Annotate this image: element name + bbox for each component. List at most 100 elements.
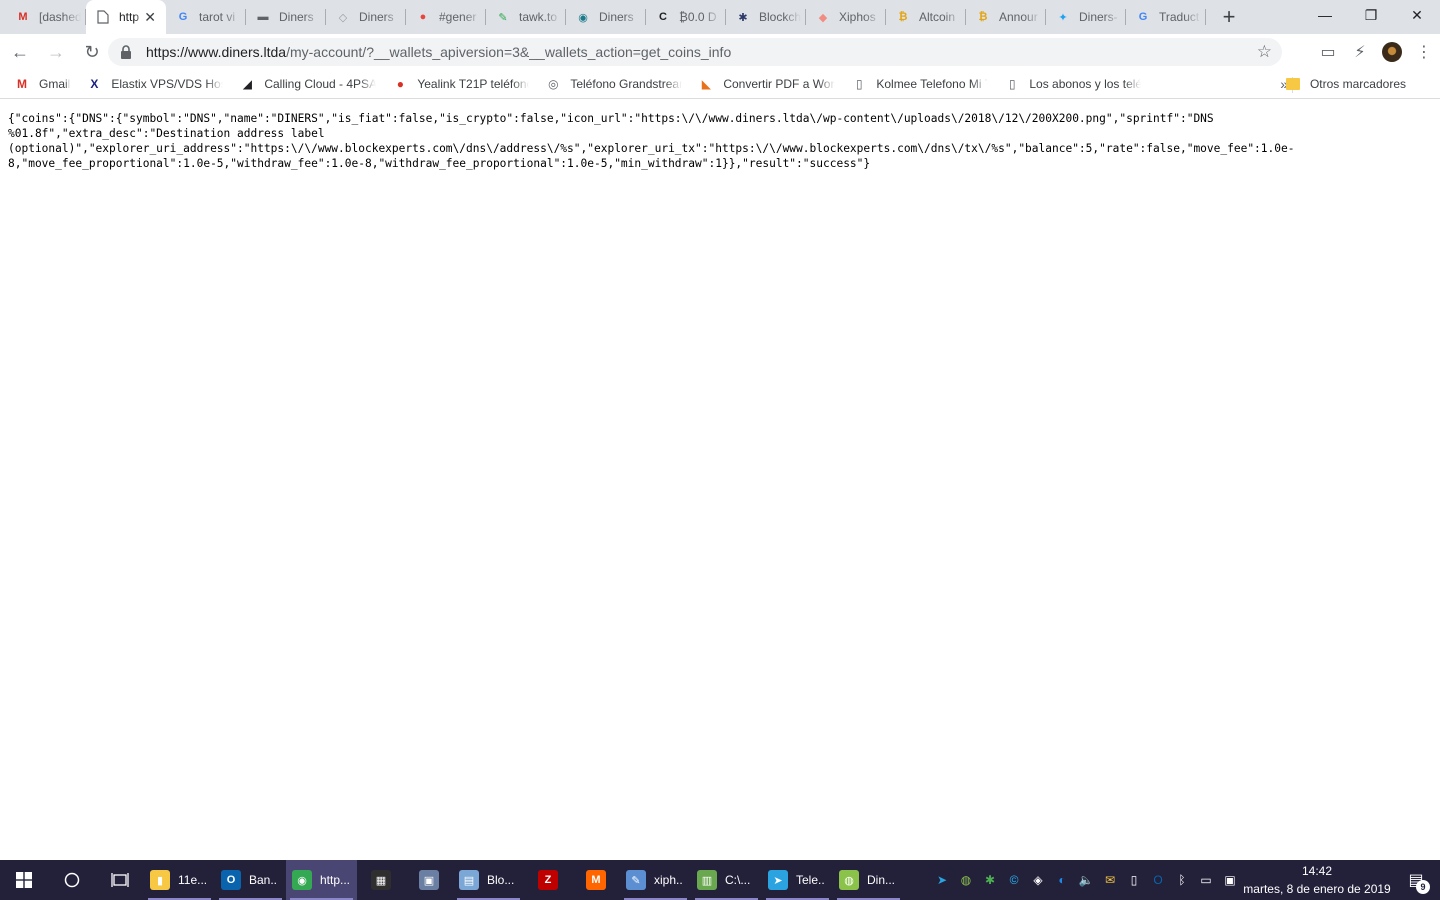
bookmark-item[interactable]: ◎ Teléfono Grandstream: [537, 70, 690, 98]
browser-tab[interactable]: G Traduct: [1126, 0, 1206, 34]
taskbar-app[interactable]: ▮ 11e...: [144, 860, 215, 900]
browser-tab[interactable]: ₿ Altcoin: [886, 0, 966, 34]
taskbar-app-label: Tele...: [796, 873, 825, 887]
other-bookmarks-folder[interactable]: Otros marcadores: [1285, 70, 1406, 98]
start-button[interactable]: [0, 860, 48, 900]
browser-tab[interactable]: ◉ Diners: [566, 0, 646, 34]
tab-list: M [dashed http ✕ Gtarot vi ▬ Diners ◇ Diners ● #ge…: [0, 0, 1206, 34]
minimize-button[interactable]: —: [1302, 0, 1348, 30]
browser-tab[interactable]: ₿ Annour: [966, 0, 1046, 34]
power-icon[interactable]: ▭: [1194, 860, 1218, 900]
google-icon: G: [178, 11, 188, 23]
browser-tab[interactable]: M [dashed: [6, 0, 86, 34]
reload-button[interactable]: ↻: [76, 36, 108, 68]
calculator-icon: ▦: [371, 870, 391, 890]
bookmark-label: Yealink T21P teléfono: [417, 77, 530, 91]
taskbar-app[interactable]: M: [572, 860, 620, 900]
notification-center-button[interactable]: ▤ 9: [1392, 860, 1440, 900]
taskbar-app[interactable]: ▦: [357, 860, 405, 900]
bookmark-list: M Gmail X Elastix VPS/VDS Host ◢ Calling Clou…: [0, 70, 1149, 98]
tab-title: Diners: [359, 10, 394, 24]
url-host: https://www.diners.ltda: [146, 44, 287, 60]
browser-tab[interactable]: ✎ tawk.to: [486, 0, 566, 34]
bookmark-star-icon[interactable]: ☆: [1257, 42, 1272, 62]
volume-icon[interactable]: 🔈: [1074, 860, 1098, 900]
browser-tab[interactable]: ● #gener: [406, 0, 486, 34]
bookmark-label: Gmail: [39, 77, 71, 91]
copyright-tray-icon[interactable]: ©: [1002, 860, 1026, 900]
diners-tray-icon[interactable]: ◍: [954, 860, 978, 900]
taskbar-app[interactable]: ◍ Din...: [833, 860, 904, 900]
taskbar-app[interactable]: ▤ Blo...: [453, 860, 524, 900]
cast-icon[interactable]: ▭: [1312, 36, 1344, 68]
profile-avatar[interactable]: [1382, 42, 1402, 62]
close-tab-icon[interactable]: ✕: [144, 9, 156, 26]
browser-tab[interactable]: ✱ Blockch: [726, 0, 806, 34]
browser-tab[interactable]: ◇ Diners: [326, 0, 406, 34]
telegram-tray-icon[interactable]: ➤: [930, 860, 954, 900]
bluetooth-icon[interactable]: ᛒ: [1170, 860, 1194, 900]
extension-icon[interactable]: ⚡: [1344, 36, 1376, 68]
close-window-button[interactable]: ✕: [1394, 0, 1440, 30]
browser-tab[interactable]: http ✕: [86, 0, 166, 34]
bookmark-label: Kolmee Telefono Mi T: [876, 77, 989, 91]
bookmark-item[interactable]: X Elastix VPS/VDS Host: [78, 70, 231, 98]
browser-tab[interactable]: ▬ Diners: [246, 0, 326, 34]
bookmark-item[interactable]: ◣ Convertir PDF a Word: [690, 70, 843, 98]
taskbar-apps: ▮ 11e... O Ban... ◉ http... ▦ ▣ ▤ Blo... Z M ✎ xiph..…: [144, 860, 904, 900]
tab-title: http: [119, 10, 140, 24]
tab-title: tarot vi: [199, 10, 236, 24]
maximize-button[interactable]: ❐: [1348, 0, 1394, 30]
taskbar-app[interactable]: ◉ http...: [286, 860, 357, 900]
clock[interactable]: 14:42 martes, 8 de enero de 2019: [1242, 862, 1392, 898]
terminal-icon: ▥: [697, 870, 717, 890]
taskbar-app[interactable]: ▥ C:\...: [691, 860, 762, 900]
search-button[interactable]: [48, 860, 96, 900]
defender-tray-icon[interactable]: ◐: [1050, 860, 1074, 900]
forward-button[interactable]: →: [40, 36, 72, 68]
back-button[interactable]: ←: [4, 36, 36, 68]
tawk-icon: ✎: [498, 11, 508, 24]
taskbar-app-label: Ban...: [249, 873, 278, 887]
paint-icon: ✎: [626, 870, 646, 890]
mail-tray-icon[interactable]: ✉: [1098, 860, 1122, 900]
chrome-menu-icon[interactable]: ⋮: [1408, 36, 1440, 68]
tab-separator: [1205, 9, 1206, 25]
gmail-icon: M: [17, 77, 27, 91]
bookmark-label: Teléfono Grandstream: [570, 77, 683, 91]
taskbar-app[interactable]: O Ban...: [215, 860, 286, 900]
taskbar-app[interactable]: ➤ Tele...: [762, 860, 833, 900]
taskbar-app[interactable]: ▣: [405, 860, 453, 900]
shield-tray-icon[interactable]: ◈: [1026, 860, 1050, 900]
json-response-text: {"coins":{"DNS":{"symbol":"DNS","name":"…: [8, 112, 1295, 170]
address-bar[interactable]: https://www.diners.ltda/my-account/?__wa…: [108, 38, 1282, 66]
taskbar-app[interactable]: Z: [524, 860, 572, 900]
taskbar-app-label: 11e...: [178, 873, 207, 887]
grandstream-icon: ◎: [548, 77, 559, 91]
bookmark-item[interactable]: M Gmail: [6, 70, 78, 98]
outlook-tray-icon[interactable]: O: [1146, 860, 1170, 900]
browser-toolbar: ← → ↻ https://www.diners.ltda/my-account…: [0, 34, 1440, 70]
usb-icon[interactable]: ▯: [1122, 860, 1146, 900]
page-content: {"coins":{"DNS":{"symbol":"DNS","name":"…: [0, 100, 1440, 860]
taskbar-app[interactable]: ✎ xiph...: [620, 860, 691, 900]
taskbar-app-label: Blo...: [487, 873, 515, 887]
bookmark-item[interactable]: ◢ Calling Cloud - 4PSA: [231, 70, 384, 98]
lock-icon[interactable]: [120, 45, 132, 59]
window-controls: — ❐ ✕: [1302, 0, 1440, 30]
tab-title: ₿0.0 D: [679, 10, 717, 24]
xiphos-tray-icon[interactable]: ✱: [978, 860, 1002, 900]
bookmark-item[interactable]: ▯ Los abonos y los telé: [996, 70, 1149, 98]
task-view-button[interactable]: [96, 860, 144, 900]
browser-tab[interactable]: Gtarot vi: [166, 0, 246, 34]
outlook-icon: O: [221, 870, 241, 890]
url-text[interactable]: https://www.diners.ltda/my-account/?__wa…: [146, 44, 731, 60]
new-tab-button[interactable]: +: [1212, 0, 1246, 34]
taskbar-app-label: Din...: [867, 873, 896, 887]
browser-tab[interactable]: ◆ Xiphos: [806, 0, 886, 34]
bookmark-item[interactable]: ● Yealink T21P teléfono: [384, 70, 537, 98]
bookmark-item[interactable]: ▯ Kolmee Telefono Mi T: [843, 70, 996, 98]
network-tray-icon[interactable]: ▣: [1218, 860, 1242, 900]
browser-tab[interactable]: ✦ Diners-: [1046, 0, 1126, 34]
browser-tab[interactable]: C ₿0.0 D: [646, 0, 726, 34]
